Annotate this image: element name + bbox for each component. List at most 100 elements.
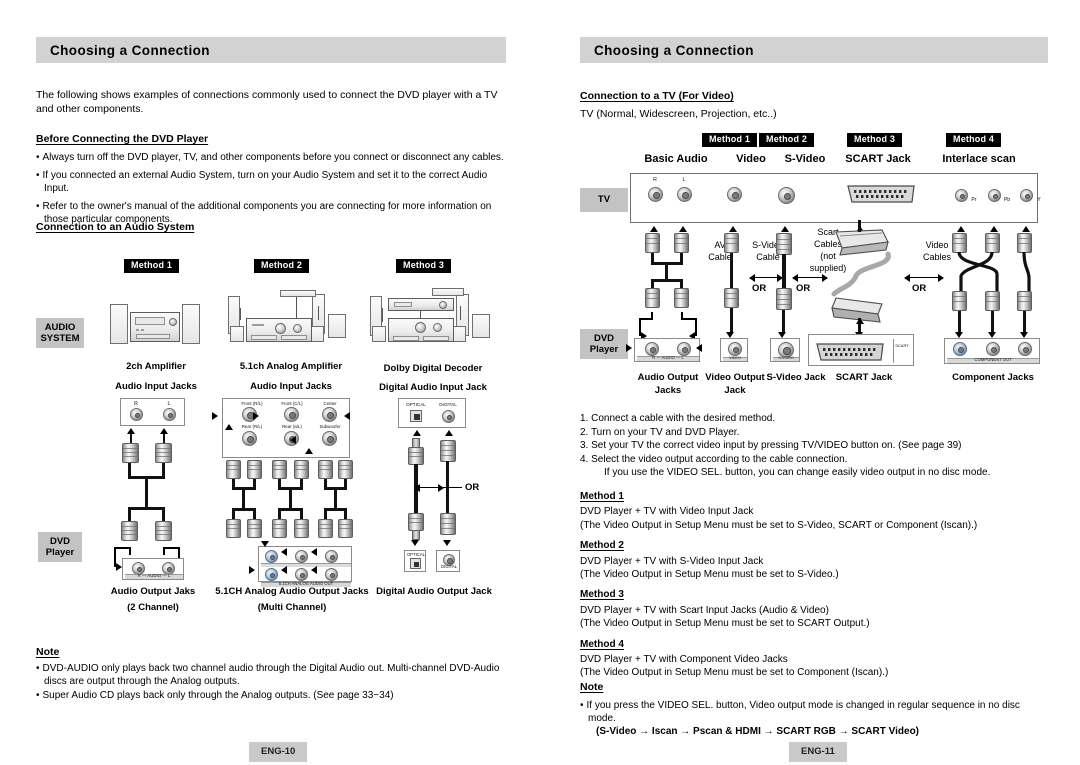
dvd-video-output-panel: VIDEO (720, 338, 748, 362)
method-1-line2: (The Video Output in Setup Menu must be … (580, 519, 978, 531)
arrow-left (749, 274, 755, 282)
badge-method-1: Method 1 (124, 259, 180, 273)
amplifier-unit (130, 312, 180, 342)
rca-plug (226, 519, 241, 538)
caption-digital-output-jack: Digital Audio Output Jack (376, 586, 492, 597)
output-jack-subwoofer (325, 568, 338, 581)
arrow-up (305, 448, 313, 454)
badge-method-3: Method 3 (396, 259, 452, 273)
output-jack-front-l (265, 550, 278, 563)
column-header-interlace-scan: Interlace scan (942, 153, 1016, 165)
page-title: Choosing a Connection (594, 42, 754, 58)
video-output-jack (728, 342, 742, 356)
output-jack-rear-r (295, 568, 308, 581)
amplifier-unit (388, 318, 454, 342)
note-bullet-item: • Super Audio CD plays back only through … (36, 690, 394, 701)
arrow-up (1022, 226, 1030, 232)
component-output-jack-y (1018, 342, 1032, 356)
method-2-line2: (The Video Output in Setup Menu must be … (580, 569, 839, 581)
arrow-down (261, 541, 269, 547)
caption-device-2-name: 5.1ch Analog Amplifier (239, 361, 343, 372)
side-label-tv: TV (580, 188, 628, 212)
s-video-plug (776, 233, 792, 255)
amp-audio-input-panel: R L (120, 398, 185, 426)
badge-method-4: Method 4 (946, 133, 1002, 147)
rca-plug (294, 519, 309, 538)
method-block: Method 1 DVD Player + TV with Video Inpu… (580, 490, 1040, 532)
arrow-left (281, 566, 287, 574)
method-4-heading: Method 4 (580, 638, 624, 650)
amp-51ch-input-panel: Front (R/L) Front (C/L) Center Rear (R/L… (222, 398, 350, 458)
caption-audio-output-jacks: Audio Output Jaks (110, 586, 196, 597)
before-connecting-heading: Before Connecting the DVD Player (36, 133, 209, 145)
arrow-right (438, 484, 444, 492)
component-cable-wires (957, 252, 1031, 292)
tv-subtitle: TV (Normal, Widescreen, Projection, etc.… (580, 108, 777, 120)
column-header-scart-jack: SCART Jack (845, 153, 911, 165)
audio-output-jack-l (677, 342, 691, 356)
input-jack-l (163, 408, 176, 421)
note-heading: Note (36, 646, 60, 658)
note-bullet-item: • DVD-AUDIO only plays back two channel a… (36, 663, 500, 687)
badge-method-3: Method 3 (847, 133, 903, 147)
bullet-item: • Always turn off the DVD player, TV, and… (36, 152, 504, 163)
jack-center (322, 407, 337, 422)
label-av-cable-line2: Cable (708, 252, 732, 262)
rca-plug (674, 288, 689, 308)
note-heading: Note (580, 681, 604, 693)
rca-plug (724, 233, 739, 253)
speaker-rear-right (310, 326, 324, 342)
tv-audio-jack-r (648, 187, 663, 202)
or-label: OR (465, 482, 480, 493)
speaker-right (182, 304, 200, 344)
side-label-dvd-player: DVD Player (38, 532, 82, 562)
caption-51ch-output-jacks: 5.1CH Analog Audio Output Jacks (215, 586, 369, 597)
step-item: 1. Connect a cable with the desired meth… (580, 413, 776, 424)
arrow-up (781, 226, 789, 232)
caption-component-jacks: Component Jacks (952, 372, 1034, 383)
page-number: ENG-10 (249, 742, 308, 762)
rca-plug (155, 443, 172, 463)
tv-video-input-jack (727, 187, 742, 202)
arrow-left (344, 412, 350, 420)
tv-scart-connector (846, 183, 916, 205)
scart-cable-wire (831, 251, 891, 297)
method-1-heading: Method 1 (580, 491, 624, 502)
dvd-coaxial-output-panel: DIGITAL (436, 550, 460, 572)
rca-plug (247, 460, 262, 479)
step-4-substep: If you use the VIDEO SEL. button, you ca… (604, 467, 991, 479)
badge-method-1: Method 1 (702, 133, 758, 147)
left-page: Choosing a Connection The following show… (0, 0, 540, 765)
optical-plug (408, 513, 424, 531)
or-label-2: OR (796, 283, 811, 294)
note-bullets: • If you press the VIDEO SEL. button, Vid… (580, 699, 1046, 738)
caption-audio-output-channels: (2 Channel) (127, 602, 179, 613)
caption-device-3-name: Dolby Digital Decoder (383, 363, 483, 374)
coaxial-digital-jack (442, 410, 455, 423)
note-bullets: • DVD-AUDIO only plays back two channel a… (36, 662, 508, 707)
speaker-rear-left (230, 326, 244, 342)
tv-component-jack-pr (955, 189, 968, 202)
coaxial-plug (440, 513, 456, 535)
dvd-optical-output-panel: OPTICAL (404, 550, 426, 572)
arrow-left (290, 436, 296, 444)
optical-plug-tip (412, 530, 420, 540)
audio-system-heading: Connection to an Audio System (36, 221, 195, 233)
speaker-center (432, 288, 464, 296)
method-descriptions: Method 1 DVD Player + TV with Video Inpu… (580, 490, 1040, 687)
dvd-component-output-panel: COMPONENT OUT (944, 338, 1040, 364)
arrow-left (792, 274, 798, 282)
speaker-subwoofer (472, 314, 490, 338)
right-page: Choosing a Connection Connection to a TV… (540, 0, 1080, 765)
arrow-up (957, 226, 965, 232)
speaker-left (110, 304, 128, 344)
rca-plug (121, 521, 138, 541)
speaker-rear-right (452, 326, 466, 342)
arrow-up (990, 226, 998, 232)
left-page-header-band: Choosing a Connection (36, 37, 506, 63)
rca-plug (952, 233, 967, 253)
step-item: 2. Turn on your TV and DVD Player. (580, 426, 740, 438)
rca-plug (645, 233, 660, 253)
side-label-dvd-player: DVD Player (580, 329, 628, 359)
tv-connection-heading: Connection to a TV (For Video) (580, 90, 734, 102)
